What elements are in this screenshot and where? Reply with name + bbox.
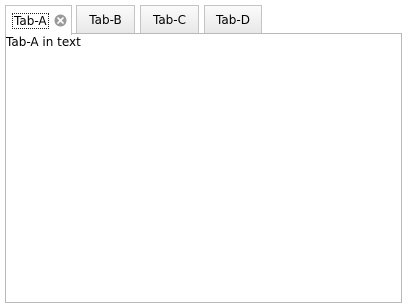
tab-a-label: Tab-A (12, 12, 49, 29)
tab-d-label: Tab-D (216, 12, 250, 27)
tab-content-panel[interactable]: Tab-A in text (5, 33, 402, 303)
tab-a[interactable]: Tab-A (5, 5, 72, 35)
tab-b[interactable]: Tab-B (76, 5, 135, 33)
tab-c[interactable]: Tab-C (140, 5, 199, 33)
panel-content-text: Tab-A in text (6, 35, 81, 49)
tab-b-label: Tab-B (89, 12, 122, 27)
tab-bar: Tab-A Tab-B Tab-C Tab-D (5, 5, 402, 35)
close-circle-icon[interactable] (54, 14, 67, 27)
tab-c-label: Tab-C (152, 12, 187, 27)
tab-d[interactable]: Tab-D (204, 5, 262, 33)
